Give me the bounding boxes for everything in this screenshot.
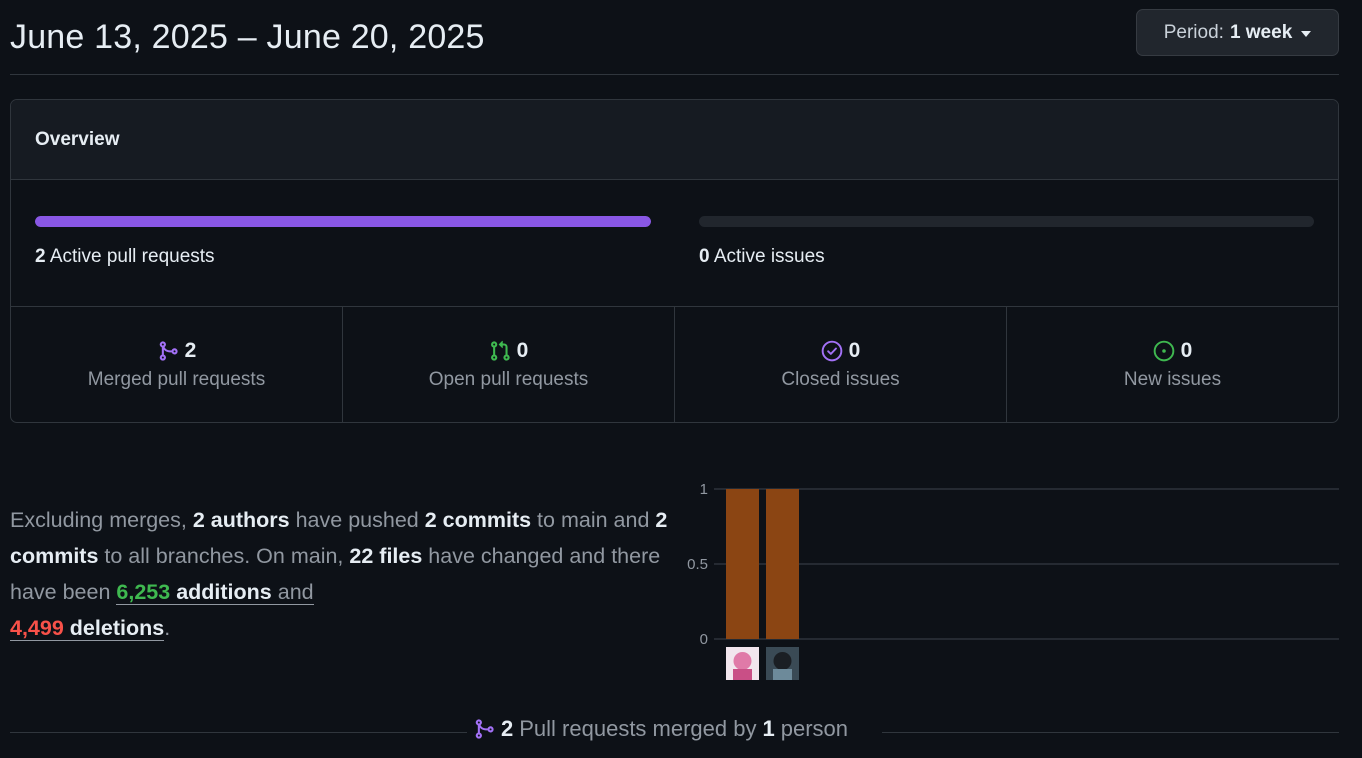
- page-header: June 13, 2025 – June 20, 2025 Period: 1 …: [10, 0, 1339, 75]
- summary-text: to all branches. On main,: [98, 544, 350, 568]
- issue-opened-icon: [1153, 340, 1174, 361]
- summary-text: to main and: [531, 508, 656, 532]
- summary-text: Excluding merges,: [10, 508, 193, 532]
- active-pull-requests-count: 2: [35, 246, 46, 267]
- divider: [10, 732, 467, 733]
- commit-summary: Excluding merges, 2 authors have pushed …: [10, 502, 670, 646]
- additions-link[interactable]: 6,253 additions and: [116, 580, 314, 605]
- active-pull-requests-label: Active pull requests: [49, 246, 215, 267]
- author-avatar[interactable]: [726, 647, 759, 680]
- active-issues-link[interactable]: 0 Active issues: [699, 246, 825, 268]
- persons-text: person: [780, 716, 849, 741]
- avatar-figure: [733, 669, 752, 680]
- divider: [882, 732, 1339, 733]
- additions-word: additions: [176, 580, 272, 604]
- stat-open-pull-requests[interactable]: 0 Open pull requests: [343, 307, 675, 422]
- merged-text: Pull requests merged by: [519, 716, 757, 741]
- summary-text: and: [271, 580, 314, 604]
- y-tick-label: 0: [700, 631, 708, 648]
- avatar-figure: [773, 652, 792, 670]
- avatar-figure: [773, 669, 792, 680]
- stat-label: Merged pull requests: [87, 368, 266, 390]
- commits-main-count: 2 commits: [424, 508, 532, 532]
- date-range-title: June 13, 2025 – June 20, 2025: [10, 18, 485, 56]
- period-button[interactable]: Period: 1 week: [1136, 9, 1339, 56]
- active-issues-label: Active issues: [713, 246, 825, 267]
- stat-label: Open pull requests: [428, 368, 589, 390]
- stat-closed-issues[interactable]: 0 Closed issues: [675, 307, 1007, 422]
- authors-count: 2 authors: [192, 508, 290, 532]
- period-button-value: 1 week: [1229, 21, 1293, 43]
- bar: [726, 489, 759, 639]
- stat-value: 2: [184, 338, 197, 362]
- y-tick-label: 0.5: [687, 556, 708, 573]
- summary-text: have pushed: [289, 508, 425, 532]
- pull-requests-progress-fill: [35, 216, 651, 227]
- summary-text: .: [164, 616, 171, 640]
- persons-count: 1: [762, 716, 775, 741]
- additions-count: 6,253: [116, 580, 171, 604]
- overview-title: Overview: [11, 100, 1338, 180]
- stat-value: 0: [848, 338, 861, 362]
- stat-new-issues[interactable]: 0 New issues: [1007, 307, 1338, 422]
- overview-stats: 2 Merged pull requests 0 Open pull reque…: [11, 307, 1338, 422]
- git-merge-icon: [159, 340, 178, 361]
- git-pull-request-icon: [490, 340, 510, 361]
- deletions-word: deletions: [69, 616, 165, 640]
- stat-value: 0: [1180, 338, 1193, 362]
- overview-panel: Overview 2 Active pull requests 0 Active…: [10, 99, 1339, 423]
- pull-requests-progress[interactable]: [35, 216, 651, 227]
- commits-by-author-chart: 10.50: [687, 481, 1339, 680]
- issue-closed-icon: [821, 340, 842, 361]
- merged-pull-requests-heading: 2 Pull requests merged by 1 person: [473, 713, 848, 745]
- stat-value: 0: [516, 338, 529, 362]
- deletions-link[interactable]: 4,499 deletions: [10, 616, 165, 641]
- files-changed-count: 22 files: [349, 544, 423, 568]
- stat-label: Closed issues: [781, 368, 900, 390]
- merged-count: 2: [501, 716, 514, 741]
- period-button-prefix: Period:: [1163, 21, 1224, 43]
- caret-down-icon: [1301, 30, 1312, 37]
- active-pull-requests-link[interactable]: 2 Active pull requests: [35, 246, 215, 268]
- avatar-figure: [733, 652, 752, 670]
- stat-merged-pull-requests[interactable]: 2 Merged pull requests: [11, 307, 343, 422]
- active-issues-count: 0: [699, 246, 710, 267]
- activity-bars: 2 Active pull requests 0 Active issues: [11, 180, 1338, 307]
- y-tick-label: 1: [700, 481, 708, 498]
- stat-label: New issues: [1123, 368, 1222, 390]
- git-merge-icon: [475, 719, 494, 739]
- bar: [766, 489, 799, 639]
- issues-progress[interactable]: [699, 216, 1314, 227]
- author-avatar[interactable]: [766, 647, 799, 680]
- deletions-count: 4,499: [10, 616, 64, 640]
